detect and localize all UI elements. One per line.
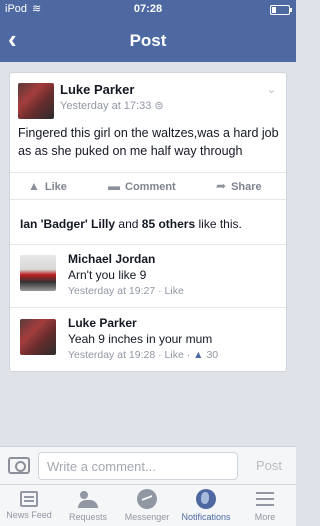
post-text: Fingered this girl on the waltzes,was a … <box>18 126 279 158</box>
like-label: Like <box>44 181 67 193</box>
likes-suffix: like this. <box>198 217 242 231</box>
divider <box>10 307 286 308</box>
comment-like-link[interactable]: Like <box>165 349 184 361</box>
comment-input[interactable] <box>38 452 238 480</box>
friends-icon: ⊜ <box>154 100 164 112</box>
clock-time: 07:28 <box>133 3 163 15</box>
comment-author-name[interactable]: Luke Parker <box>68 316 137 330</box>
globe-icon <box>196 489 216 509</box>
likes-and: and <box>118 217 139 231</box>
likes-others[interactable]: 85 others <box>142 217 195 231</box>
tab-label: Requests <box>68 512 108 522</box>
tab-messenger[interactable]: Messenger <box>118 489 176 522</box>
share-label: Share <box>231 181 262 193</box>
tab-news-feed[interactable]: News Feed <box>0 489 58 520</box>
tab-notifications[interactable]: Notifications <box>177 489 235 522</box>
comment-button[interactable]: ▬ Comment <box>108 179 176 193</box>
post-author-avatar[interactable] <box>18 83 54 119</box>
tab-bar: News Feed Requests Messenger Notificatio… <box>0 484 296 526</box>
battery-icon <box>270 5 292 15</box>
like-button[interactable]: ▲ Like <box>28 179 67 193</box>
comment-label: Comment <box>125 181 176 193</box>
status-bar: iPod ≋ 07:28 <box>0 0 296 20</box>
tab-label: Notifications <box>181 512 231 522</box>
comment-meta: Yesterday at 19:27 · Like <box>68 285 184 297</box>
comment-time: Yesterday at 19:28 <box>68 349 156 361</box>
messenger-icon <box>137 489 157 509</box>
divider <box>10 244 286 245</box>
comment-icon: ▬ <box>108 179 120 193</box>
post-actions: ▲ Like ▬ Comment ➦ Share <box>10 172 286 200</box>
tab-requests[interactable]: Requests <box>59 489 117 522</box>
comment-author-avatar[interactable] <box>20 319 56 355</box>
comment-like-link[interactable]: Like <box>165 285 184 297</box>
comment-time: Yesterday at 19:27 <box>68 285 156 297</box>
share-icon: ➦ <box>216 179 227 193</box>
tab-label: Messenger <box>124 512 170 522</box>
comment-text: Arn't you like 9 <box>68 268 147 282</box>
camera-icon[interactable] <box>8 457 30 474</box>
liker-name[interactable]: Ian 'Badger' Lilly <box>20 217 115 231</box>
chevron-down-icon[interactable]: ⌄ <box>267 83 276 96</box>
comment-composer: Post <box>0 446 296 484</box>
post-comment-button[interactable]: Post <box>256 458 282 473</box>
share-button[interactable]: ➦ Share <box>216 179 262 193</box>
post-card: Luke Parker Yesterday at 17:33 ⊜ ⌄ Finge… <box>9 72 287 372</box>
comment-text: Yeah 9 inches in your mum <box>68 332 213 346</box>
friend-requests-icon <box>78 489 98 509</box>
post-timestamp[interactable]: Yesterday at 17:33 ⊜ <box>60 99 164 112</box>
comment-meta-dot: · <box>158 285 162 297</box>
comment-meta-dot: · <box>158 349 162 361</box>
nav-bar: ‹ Post <box>0 20 296 62</box>
post-author-name[interactable]: Luke Parker <box>60 82 134 97</box>
page-title: Post <box>129 31 167 50</box>
menu-icon <box>255 489 275 509</box>
thumbs-up-icon: ▲ <box>193 349 204 361</box>
comment-author-avatar[interactable] <box>20 255 56 291</box>
post-time-text: Yesterday at 17:33 <box>60 100 152 112</box>
likes-summary[interactable]: Ian 'Badger' Lilly and 85 others like th… <box>20 217 282 231</box>
tab-label: News Feed <box>6 510 52 520</box>
comment-author-name[interactable]: Michael Jordan <box>68 252 155 266</box>
tab-more[interactable]: More <box>236 489 294 522</box>
thumbs-up-icon: ▲ <box>28 179 40 193</box>
comment-meta-dot: · <box>186 349 191 361</box>
comment-meta: Yesterday at 19:28 · Like · ▲ 30 <box>68 349 218 361</box>
news-feed-icon <box>20 491 38 507</box>
tab-label: More <box>254 512 276 522</box>
comment-like-count[interactable]: 30 <box>206 349 218 361</box>
